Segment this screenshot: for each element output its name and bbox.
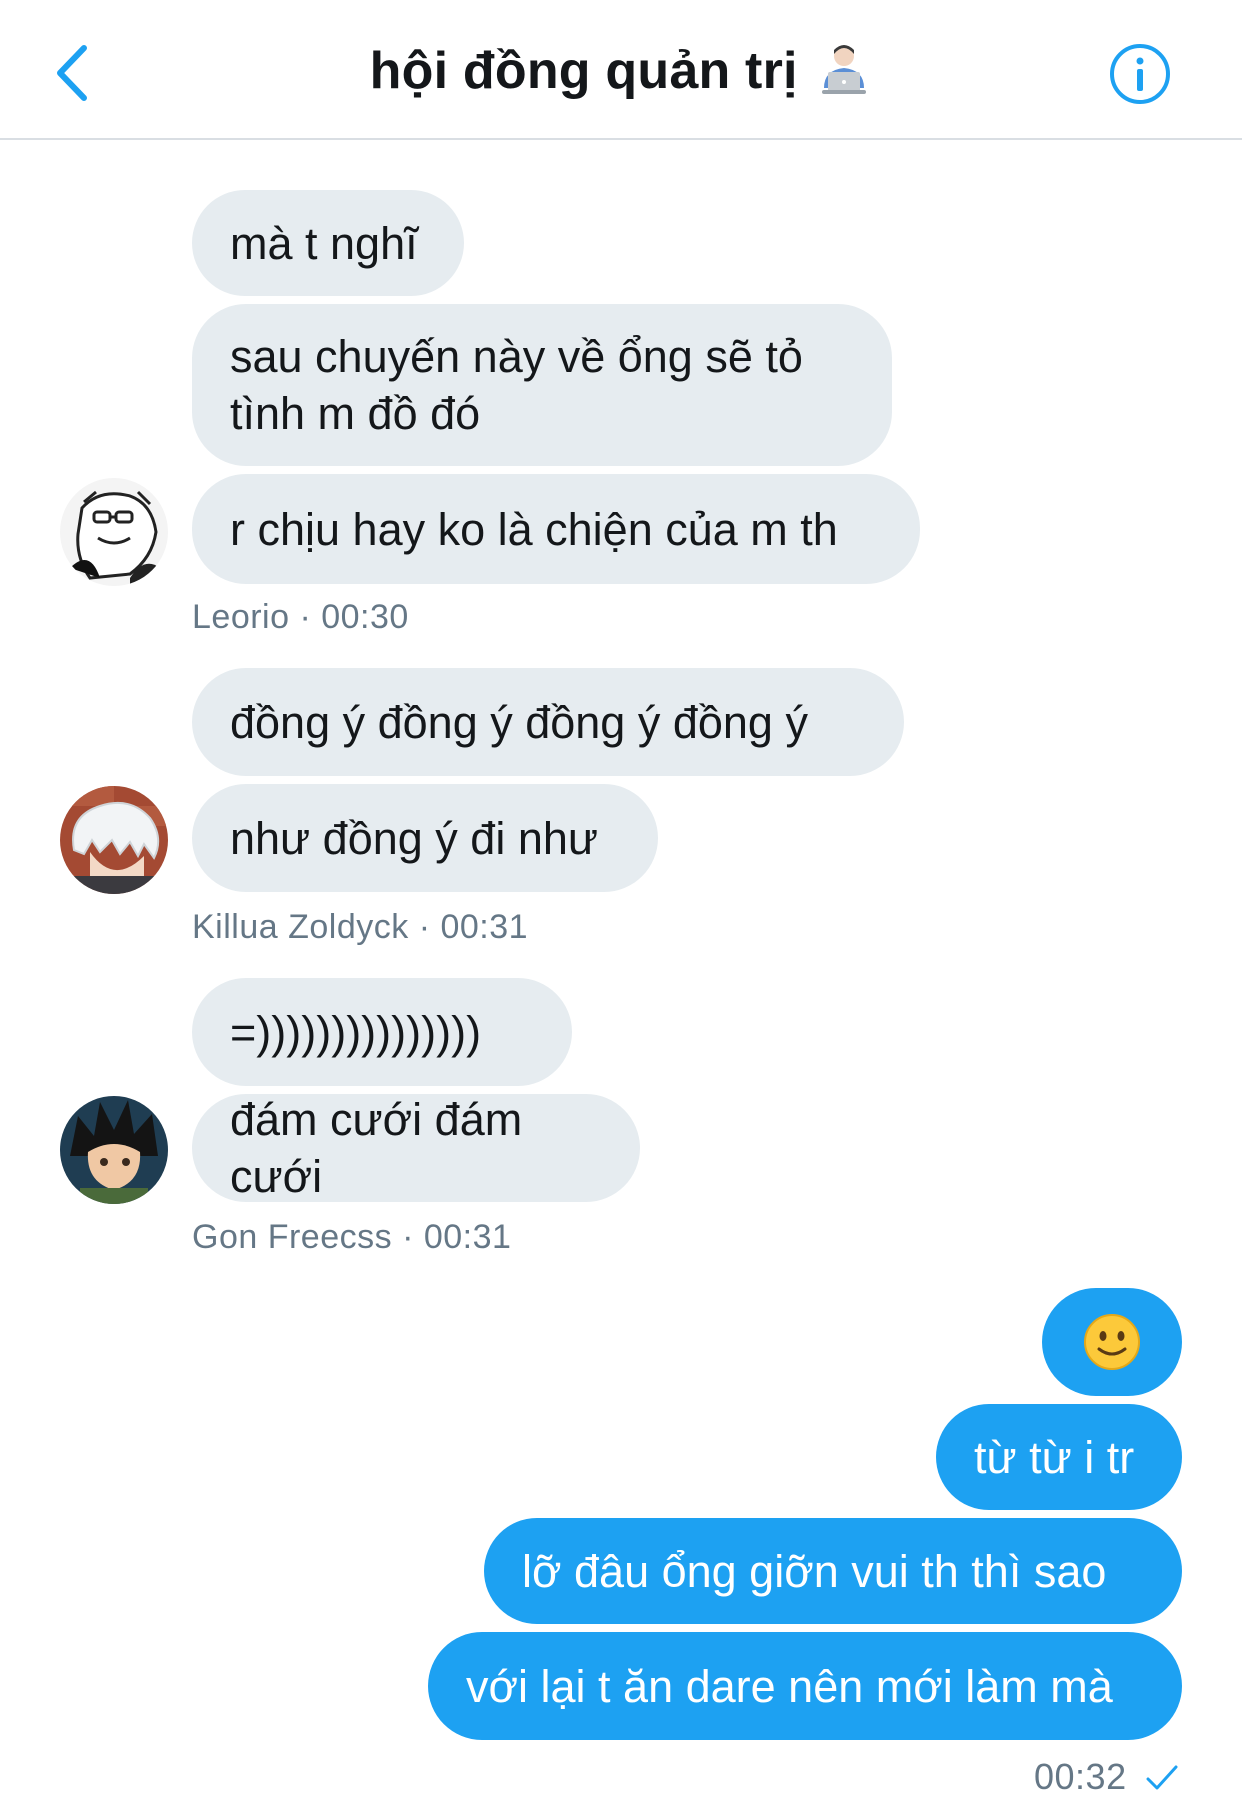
message-text: từ từ i tr [974, 1431, 1135, 1483]
incoming-message-bubble[interactable]: mà t nghĩ [192, 190, 464, 296]
incoming-message-bubble[interactable]: =))))))))))))))) [192, 978, 572, 1086]
technologist-emoji-icon [822, 45, 867, 94]
message-text: r chịu hay ko là chiện của m th [230, 503, 838, 555]
message-text: =))))))))))))))) [230, 1006, 482, 1058]
incoming-message-bubble[interactable]: sau chuyến này về ổng sẽ tỏ tình m đồ đó [192, 304, 892, 466]
message-meta-killua: Killua Zoldyck · 00:31 [192, 908, 529, 946]
message-meta-gon: Gon Freecss · 00:31 [192, 1218, 512, 1256]
conversation-title-text: hội đồng quản trị [369, 42, 798, 100]
message-meta-me: 00:32 [1034, 1756, 1179, 1798]
outgoing-message-bubble[interactable]: 🙂 [1042, 1288, 1182, 1396]
message-text: lỡ đâu ổng giỡn vui th thì sao [522, 1545, 1107, 1597]
killua-avatar-icon [60, 786, 168, 894]
message-time: 00:32 [1034, 1756, 1127, 1797]
outgoing-message-bubble[interactable]: với lại t ăn dare nên mới làm mà [428, 1632, 1182, 1740]
outgoing-message-bubble[interactable]: lỡ đâu ổng giỡn vui th thì sao [484, 1518, 1182, 1624]
message-text: mà t nghĩ [230, 217, 418, 269]
message-text: đồng ý đồng ý đồng ý đồng ý [230, 696, 808, 748]
gon-avatar-icon [60, 1096, 168, 1204]
avatar-gon[interactable] [60, 1096, 168, 1204]
chat-header: hội đồng quản trị [0, 0, 1242, 140]
leorio-avatar-icon [60, 478, 168, 586]
message-meta-leorio: Leorio · 00:30 [192, 598, 409, 636]
message-text: với lại t ăn dare nên mới làm mà [466, 1660, 1113, 1712]
message-text-block: sau chuyến này về ổng sẽ tỏ tình m đồ đó [230, 328, 803, 442]
message-text: đám cưới đám cưới [230, 1094, 523, 1202]
outgoing-message-bubble[interactable]: từ từ i tr [936, 1404, 1182, 1510]
checkmark-icon [1146, 1765, 1178, 1790]
incoming-message-bubble[interactable]: đồng ý đồng ý đồng ý đồng ý [192, 668, 904, 776]
slightly-smiling-face-emoji-icon [1084, 1314, 1140, 1370]
conversation-title: hội đồng quản trị [0, 40, 1242, 101]
avatar-leorio[interactable] [60, 478, 168, 586]
message-text: như đồng ý đi như [230, 812, 598, 864]
incoming-message-bubble[interactable]: như đồng ý đi như [192, 784, 658, 892]
message-text-line: tình m đồ đó [230, 388, 481, 439]
info-icon[interactable] [1108, 42, 1172, 106]
incoming-message-bubble[interactable]: r chịu hay ko là chiện của m th [192, 474, 920, 584]
incoming-message-bubble[interactable]: đám cưới đám cưới [192, 1094, 640, 1202]
message-text-line: sau chuyến này về ổng sẽ tỏ [230, 331, 803, 382]
avatar-killua[interactable] [60, 786, 168, 894]
